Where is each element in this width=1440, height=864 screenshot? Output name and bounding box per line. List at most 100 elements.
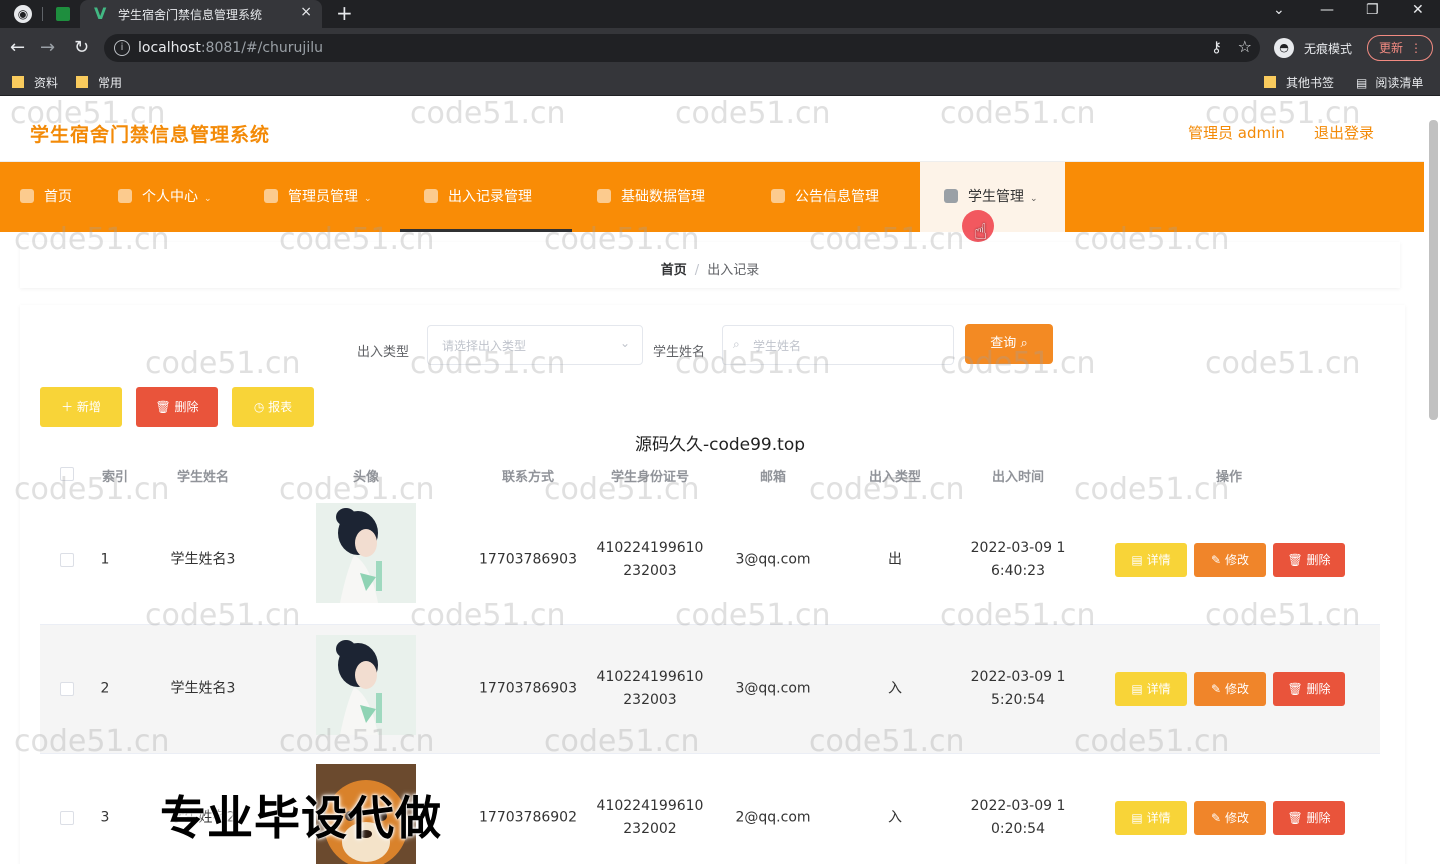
- trash-icon: 🗑: [155, 400, 171, 414]
- edit-button[interactable]: ✎ 修改: [1194, 543, 1266, 577]
- notice-icon: [771, 189, 785, 203]
- name-filter-label: 学生姓名: [653, 345, 706, 360]
- clock-icon: ◷: [253, 400, 265, 414]
- chevron-down-icon: ⌄: [204, 194, 212, 204]
- cell-index: 2: [100, 680, 110, 697]
- incognito-icon: ◓: [1274, 38, 1294, 58]
- batch-delete-button[interactable]: 🗑 删除: [136, 387, 218, 427]
- minimize-icon[interactable]: —: [1320, 2, 1334, 18]
- row-checkbox[interactable]: [60, 811, 74, 825]
- avatar[interactable]: [316, 635, 416, 735]
- detail-button[interactable]: ▤ 详情: [1115, 801, 1187, 835]
- top-header: 学生宿舍门禁信息管理系统 管理员 admin 退出登录: [0, 100, 1424, 162]
- edit-icon: ✎: [1211, 682, 1222, 696]
- window-close-icon[interactable]: ✕: [1412, 2, 1424, 18]
- menu-item-home[interactable]: 首页: [20, 162, 72, 232]
- column-header[interactable]: 出入时间: [992, 466, 1044, 485]
- document-icon: ▤: [1131, 553, 1143, 567]
- folder-icon: [12, 76, 24, 88]
- url-text: localhost:8081/#/churujilu: [138, 40, 323, 56]
- menu-item-notices[interactable]: 公告信息管理: [771, 162, 879, 232]
- document-icon: ▤: [1131, 811, 1143, 825]
- reload-icon[interactable]: ↻: [74, 37, 89, 58]
- cell-phone: 17703786902: [479, 809, 577, 826]
- trash-icon: 🗑: [1287, 682, 1303, 696]
- bookmarks-bar: 资料 常用 其他书签 ▤ 阅读清单: [0, 68, 1440, 96]
- row-checkbox[interactable]: [60, 553, 74, 567]
- bookmark-folder[interactable]: 常用: [76, 74, 122, 91]
- incognito-label: 无痕模式: [1304, 42, 1353, 56]
- logout-link[interactable]: 退出登录: [1314, 122, 1374, 143]
- globe-icon[interactable]: ◉: [14, 5, 32, 23]
- pinned-tab-icon[interactable]: [56, 7, 70, 21]
- detail-button[interactable]: ▤ 详情: [1115, 543, 1187, 577]
- column-header[interactable]: 操作: [1216, 466, 1242, 485]
- column-header[interactable]: 出入类型: [869, 466, 921, 485]
- bookmark-folder[interactable]: 资料: [12, 74, 58, 91]
- update-label: 更新: [1379, 41, 1404, 55]
- main-menu: 首页 个人中心 ⌄ 管理员管理 ⌄ 出入记录管理 基础数据管理 公告信息管理 学生管…: [0, 162, 1424, 232]
- column-header[interactable]: 联系方式: [502, 466, 554, 485]
- column-header[interactable]: 学生姓名: [177, 466, 229, 485]
- other-bookmarks[interactable]: 其他书签: [1264, 74, 1334, 91]
- column-header[interactable]: 索引: [102, 466, 128, 485]
- browser-tab-bar: ◉ V 学生宿舍门禁信息管理系统 × + ⌄ — ❐ ✕: [0, 0, 1440, 28]
- column-header[interactable]: 邮箱: [760, 466, 786, 485]
- cell-email: 2@qq.com: [735, 809, 811, 826]
- menu-item-profile[interactable]: 个人中心 ⌄: [118, 162, 212, 232]
- report-button[interactable]: ◷ 报表: [232, 387, 314, 427]
- cell-time: 2022-03-09 1 0:20:54: [970, 798, 1066, 837]
- tab-search-icon[interactable]: ⌄: [1273, 2, 1285, 18]
- search-icon: ⌕: [1020, 336, 1028, 351]
- active-tab[interactable]: V 学生宿舍门禁信息管理系统 ×: [80, 0, 322, 28]
- query-button[interactable]: 查询 ⌕: [965, 324, 1053, 364]
- menu-item-basic-data[interactable]: 基础数据管理: [597, 162, 705, 232]
- record-icon: [424, 189, 438, 203]
- delete-button[interactable]: 🗑 删除: [1273, 672, 1345, 706]
- cell-id-card: 410224199610 232003: [596, 540, 704, 579]
- update-button[interactable]: 更新 ⋮: [1367, 35, 1433, 61]
- info-icon[interactable]: i: [114, 40, 130, 56]
- cell-phone: 17703786903: [479, 551, 577, 568]
- menu-item-admin[interactable]: 管理员管理 ⌄: [264, 162, 372, 232]
- cell-phone: 17703786903: [479, 680, 577, 697]
- data-icon: [597, 189, 611, 203]
- new-tab-button[interactable]: +: [336, 1, 353, 25]
- name-search-input[interactable]: ⌕ 学生姓名: [722, 325, 954, 365]
- name-input-placeholder: 学生姓名: [753, 339, 802, 353]
- delete-button[interactable]: 🗑 删除: [1273, 801, 1345, 835]
- admin-label: 管理员 admin: [1188, 124, 1285, 142]
- avatar[interactable]: [316, 503, 416, 603]
- back-icon[interactable]: ←: [10, 37, 25, 58]
- cell-type: 入: [888, 680, 902, 697]
- vue-logo-icon: V: [94, 4, 107, 23]
- key-icon[interactable]: ⚷: [1211, 38, 1222, 56]
- scrollbar[interactable]: [1429, 120, 1438, 420]
- select-all-checkbox[interactable]: [60, 467, 74, 481]
- chart-icon: [944, 189, 958, 203]
- add-button[interactable]: ＋ 新增: [40, 387, 122, 427]
- restore-icon[interactable]: ❐: [1366, 2, 1379, 18]
- menu-item-records[interactable]: 出入记录管理: [400, 162, 572, 232]
- reading-list[interactable]: ▤ 阅读清单: [1356, 74, 1423, 91]
- column-header[interactable]: 学生身份证号: [611, 466, 689, 485]
- row-checkbox[interactable]: [60, 682, 74, 696]
- type-select[interactable]: 请选择出入类型 ⌄: [427, 325, 643, 365]
- delete-button[interactable]: 🗑 删除: [1273, 543, 1345, 577]
- breadcrumb-home[interactable]: 首页: [661, 263, 687, 278]
- forward-icon[interactable]: →: [40, 37, 55, 58]
- cell-email: 3@qq.com: [735, 680, 811, 697]
- column-header[interactable]: 头像: [353, 466, 379, 485]
- star-icon[interactable]: ☆: [1238, 37, 1252, 56]
- detail-button[interactable]: ▤ 详情: [1115, 672, 1187, 706]
- close-icon[interactable]: ×: [300, 4, 312, 20]
- edit-button[interactable]: ✎ 修改: [1194, 801, 1266, 835]
- reading-list-icon: ▤: [1356, 76, 1368, 90]
- user-icon: [118, 189, 132, 203]
- tab-title: 学生宿舍门禁信息管理系统: [118, 8, 263, 22]
- cell-id-card: 410224199610 232003: [596, 669, 704, 708]
- url-input[interactable]: i localhost:8081/#/churujilu ⚷ ☆: [104, 34, 1260, 62]
- address-bar: ← → ↻ i localhost:8081/#/churujilu ⚷ ☆ ◓…: [0, 28, 1440, 68]
- breadcrumb-separator: /: [694, 263, 700, 278]
- edit-button[interactable]: ✎ 修改: [1194, 672, 1266, 706]
